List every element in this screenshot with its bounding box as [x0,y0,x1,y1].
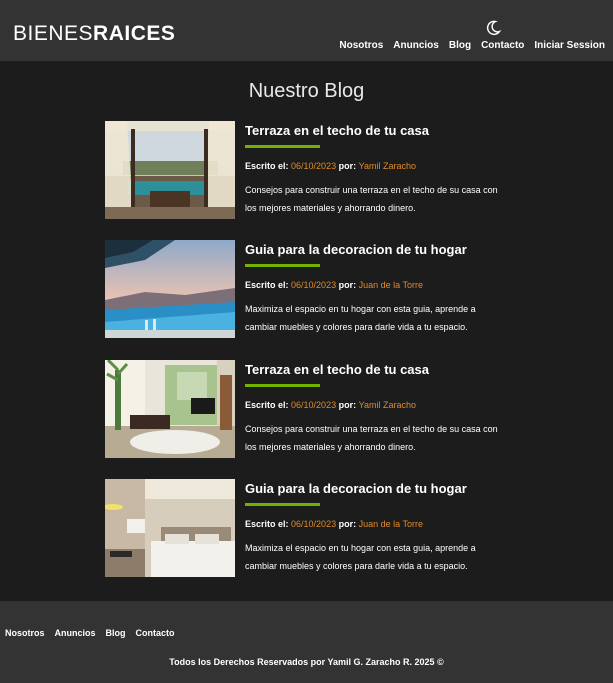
post-author: Yamil Zaracho [358,161,416,171]
post-author: Juan de la Torre [358,519,423,529]
blog-post[interactable]: Guia para la decoracion de tu hogar Escr… [105,479,505,577]
post-excerpt: Consejos para construir una terraza en e… [245,185,498,213]
footer-link-contacto[interactable]: Contacto [136,628,175,638]
nav-link-blog[interactable]: Blog [449,40,471,51]
by-label: por: [338,519,357,529]
rooftop-terrace-image[interactable] [105,121,235,219]
post-date: 06/10/2023 [291,280,337,290]
copyright-text: Todos los Derechos Reservados por Yamil … [169,657,444,667]
post-content: Guia para la decoracion de tu hogar Escr… [245,479,505,575]
by-label: por: [338,400,357,410]
nav-link-contacto[interactable]: Contacto [481,40,524,51]
site-header: BIENESRAICES Nosotros Anuncios Blog Cont… [0,0,613,61]
post-content: Terraza en el techo de tu casa Escrito e… [245,121,505,217]
written-label: Escrito el: [245,161,289,171]
post-date: 06/10/2023 [291,161,337,171]
site-footer: Nosotros Anuncios Blog Contacto Todos lo… [0,601,613,683]
post-author: Juan de la Torre [358,280,423,290]
site-logo[interactable]: BIENESRAICES [13,22,175,46]
post-content: Terraza en el techo de tu casa Escrito e… [245,360,505,456]
footer-link-blog[interactable]: Blog [106,628,126,638]
blog-post[interactable]: Terraza en el techo de tu casa Escrito e… [105,360,505,458]
post-title[interactable]: Guia para la decoracion de tu hogar [245,480,505,497]
footer-nav: Nosotros Anuncios Blog Contacto [5,628,175,638]
logo-bold-text: RAICES [93,22,176,45]
post-excerpt: Maximiza el espacio en tu hogar con esta… [245,304,476,332]
post-author: Yamil Zaracho [358,400,416,410]
post-meta: Escrito el: 06/10/2023 por: Juan de la T… [245,519,505,529]
bedroom-image[interactable] [105,479,235,577]
footer-link-nosotros[interactable]: Nosotros [5,628,45,638]
by-label: por: [338,280,357,290]
blog-post[interactable]: Guia para la decoracion de tu hogar Escr… [105,240,505,338]
nav-link-anuncios[interactable]: Anuncios [393,40,439,51]
moon-icon[interactable] [484,19,502,37]
written-label: Escrito el: [245,280,289,290]
footer-link-anuncios[interactable]: Anuncios [55,628,96,638]
post-date: 06/10/2023 [291,519,337,529]
written-label: Escrito el: [245,400,289,410]
page-title: Nuestro Blog [248,80,365,102]
post-excerpt: Consejos para construir una terraza en e… [245,424,498,452]
by-label: por: [338,161,357,171]
post-meta: Escrito el: 06/10/2023 por: Yamil Zarach… [245,161,505,171]
post-title[interactable]: Terraza en el techo de tu casa [245,361,505,378]
post-excerpt: Maximiza el espacio en tu hogar con esta… [245,543,476,571]
title-underline [245,384,320,387]
post-title[interactable]: Terraza en el techo de tu casa [245,122,505,139]
post-content: Guia para la decoracion de tu hogar Escr… [245,240,505,336]
title-underline [245,503,320,506]
blog-post[interactable]: Terraza en el techo de tu casa Escrito e… [105,121,505,219]
nav-link-nosotros[interactable]: Nosotros [339,40,383,51]
post-date: 06/10/2023 [291,400,337,410]
written-label: Escrito el: [245,519,289,529]
logo-light-text: BIENES [13,22,94,45]
post-meta: Escrito el: 06/10/2023 por: Yamil Zarach… [245,400,505,410]
living-room-image[interactable] [105,360,235,458]
title-underline [245,145,320,148]
nav-link-iniciar-session[interactable]: Iniciar Session [534,40,605,51]
post-title[interactable]: Guia para la decoracion de tu hogar [245,241,505,258]
main-nav: Nosotros Anuncios Blog Contacto Iniciar … [339,40,605,51]
post-meta: Escrito el: 06/10/2023 por: Juan de la T… [245,280,505,290]
infinity-pool-image[interactable] [105,240,235,338]
title-underline [245,264,320,267]
